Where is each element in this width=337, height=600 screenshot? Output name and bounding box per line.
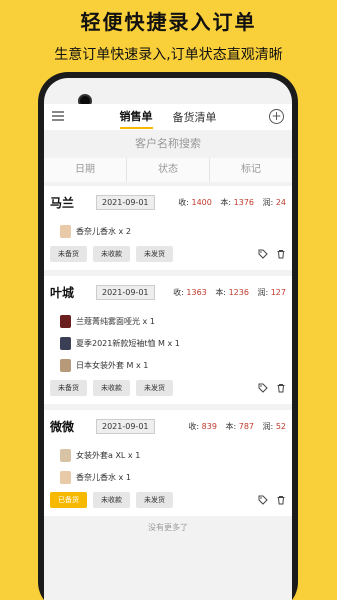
profit-label: 润: [262, 421, 274, 431]
customer-name: 叶城 [50, 285, 75, 300]
product-thumbnail [60, 470, 71, 484]
income-value: 1363 [186, 287, 207, 297]
trash-icon[interactable] [276, 383, 286, 393]
top-bar: 销售单 备货清单 + [44, 104, 292, 130]
cost-label: 本: [220, 197, 232, 207]
order-item: 夏季2021新款短袖t恤 M x 1 [60, 334, 286, 352]
no-more-text: 没有更多了 [148, 523, 188, 532]
add-icon[interactable]: + [269, 109, 284, 124]
cost-value: 1376 [233, 197, 255, 207]
order-card[interactable]: 叶城 2021-09-01 收: 1363 本: 1236 润: 127 兰蔻菁… [44, 276, 292, 404]
payment-status-button[interactable]: 未收款 [93, 380, 130, 396]
payment-status-button[interactable]: 未收款 [93, 246, 130, 262]
profit-value: 52 [275, 421, 286, 431]
promo-subtitle: 生意订单快速录入,订单状态直观清晰 [54, 47, 283, 63]
tab-sales[interactable]: 销售单 [119, 105, 153, 129]
profit-label: 润: [257, 287, 269, 297]
menu-icon[interactable] [52, 111, 64, 122]
trash-icon[interactable] [276, 249, 286, 259]
item-text: 香奈儿香水 x 2 [76, 226, 131, 236]
product-thumbnail [60, 224, 71, 238]
item-text: 香奈儿香水 x 1 [76, 472, 131, 482]
phone-frame: 销售单 备货清单 + 客户名称搜索 日期 状态 标记 马兰 2021-09-01… [38, 72, 298, 600]
order-date: 2021-09-01 [96, 194, 155, 210]
profit-value: 24 [275, 197, 286, 207]
shipping-status-button[interactable]: 未发货 [136, 492, 173, 508]
filter-mark[interactable]: 标记 [210, 158, 292, 182]
tab-stock-list[interactable]: 备货清单 [173, 106, 217, 128]
customer-name: 微微 [50, 419, 75, 434]
income-label: 收: [188, 421, 200, 431]
product-thumbnail [60, 314, 71, 328]
product-thumbnail [60, 358, 71, 372]
shipping-status-button[interactable]: 未发货 [136, 380, 173, 396]
tag-icon[interactable] [258, 249, 268, 259]
order-stats: 收: 1400 本: 1376 润: 24 [178, 197, 286, 208]
item-text: 女装外套a XL x 1 [76, 450, 141, 460]
stock-status-button[interactable]: 未备货 [50, 380, 87, 396]
order-stats: 收: 1363 本: 1236 润: 127 [173, 287, 286, 298]
item-text: 日本女装外套 M x 1 [76, 360, 149, 370]
order-item: 兰蔻菁纯雾面哑光 x 1 [60, 312, 286, 330]
tag-icon[interactable] [258, 383, 268, 393]
income-label: 收: [178, 197, 189, 207]
item-text: 夏季2021新款短袖t恤 M x 1 [76, 338, 180, 348]
filter-bar: 日期 状态 标记 [44, 158, 292, 182]
order-date: 2021-09-01 [96, 418, 155, 434]
payment-status-button[interactable]: 未收款 [93, 492, 130, 508]
cost-label: 本: [215, 287, 227, 297]
order-card[interactable]: 马兰 2021-09-01 收: 1400 本: 1376 润: 24 香奈儿香… [44, 186, 292, 270]
order-date: 2021-09-01 [96, 284, 155, 300]
item-text: 兰蔻菁纯雾面哑光 x 1 [76, 316, 155, 326]
product-thumbnail [60, 336, 71, 350]
stock-status-button[interactable]: 已备货 [50, 492, 87, 508]
filter-date[interactable]: 日期 [44, 158, 127, 182]
income-label: 收: [173, 287, 184, 297]
cost-value: 1236 [228, 287, 249, 297]
profit-value: 127 [270, 287, 286, 297]
stock-status-button[interactable]: 未备货 [50, 246, 87, 262]
cost-value: 787 [238, 421, 255, 431]
trash-icon[interactable] [276, 495, 286, 505]
profit-label: 润: [262, 197, 274, 207]
tag-icon[interactable] [258, 495, 268, 505]
order-stats: 收: 839 本: 787 润: 52 [188, 421, 286, 432]
app-screen: 销售单 备货清单 + 客户名称搜索 日期 状态 标记 马兰 2021-09-01… [44, 78, 292, 600]
order-item: 日本女装外套 M x 1 [60, 356, 286, 374]
customer-name: 马兰 [50, 195, 75, 210]
income-value: 839 [201, 421, 217, 431]
filter-status[interactable]: 状态 [127, 158, 210, 182]
promo-title: 轻便快捷录入订单 [80, 10, 257, 34]
order-card[interactable]: 微微 2021-09-01 收: 839 本: 787 润: 52 女装外套a … [44, 410, 292, 516]
search-input[interactable]: 客户名称搜索 [44, 134, 292, 154]
order-list: 马兰 2021-09-01 收: 1400 本: 1376 润: 24 香奈儿香… [44, 186, 292, 533]
order-item: 女装外套a XL x 1 [60, 446, 286, 464]
shipping-status-button[interactable]: 未发货 [136, 246, 173, 262]
order-item: 香奈儿香水 x 2 [60, 222, 286, 240]
order-item: 香奈儿香水 x 1 [60, 468, 286, 486]
income-value: 1400 [191, 197, 212, 207]
product-thumbnail [60, 448, 71, 462]
cost-label: 本: [225, 421, 237, 431]
